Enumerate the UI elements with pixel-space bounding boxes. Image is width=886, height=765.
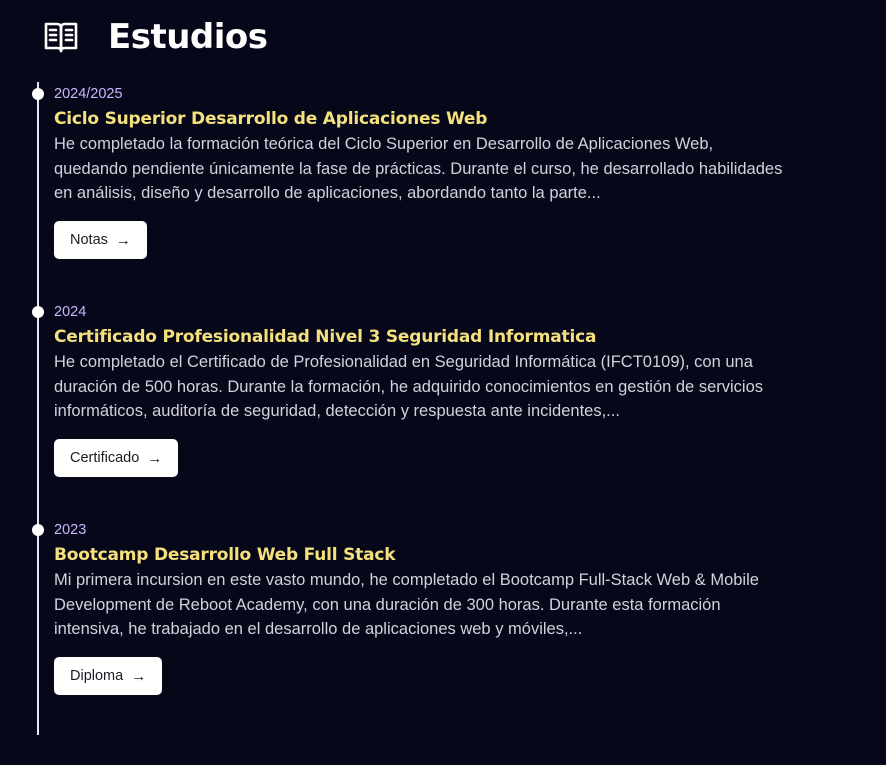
entry-title: Ciclo Superior Desarrollo de Aplicacione… (54, 109, 488, 129)
entry-description: Mi primera incursion en este vasto mundo… (54, 571, 759, 638)
button-label: Certificado (70, 450, 140, 466)
button-label: Diploma (70, 668, 124, 684)
arrow-right-icon: → (147, 449, 163, 467)
open-book-icon (42, 18, 80, 56)
entry-description: He completado la formación teórica del C… (54, 135, 783, 202)
timeline-dot (32, 524, 44, 536)
timeline-dot (32, 88, 44, 100)
certificado-button[interactable]: Certificado → (54, 439, 179, 477)
button-label: Notas (70, 232, 108, 248)
diploma-button[interactable]: Diploma → (54, 657, 163, 695)
section-title: Estudios (108, 17, 268, 57)
arrow-right-icon: → (115, 231, 131, 249)
timeline-line (37, 82, 39, 735)
entry-title: Bootcamp Desarrollo Web Full Stack (54, 545, 396, 565)
entry-title: Certificado Profesionalidad Nivel 3 Segu… (54, 327, 597, 347)
entry-description: He completado el Certificado de Profesio… (54, 353, 764, 420)
section-header: Estudios (42, 14, 268, 60)
entry-year: 2023 (54, 522, 87, 538)
notas-button[interactable]: Notas → (54, 221, 147, 259)
timeline-dot (32, 306, 44, 318)
entry-year: 2024/2025 (54, 86, 123, 102)
arrow-right-icon: → (131, 667, 147, 685)
entry-year: 2024 (54, 304, 87, 320)
